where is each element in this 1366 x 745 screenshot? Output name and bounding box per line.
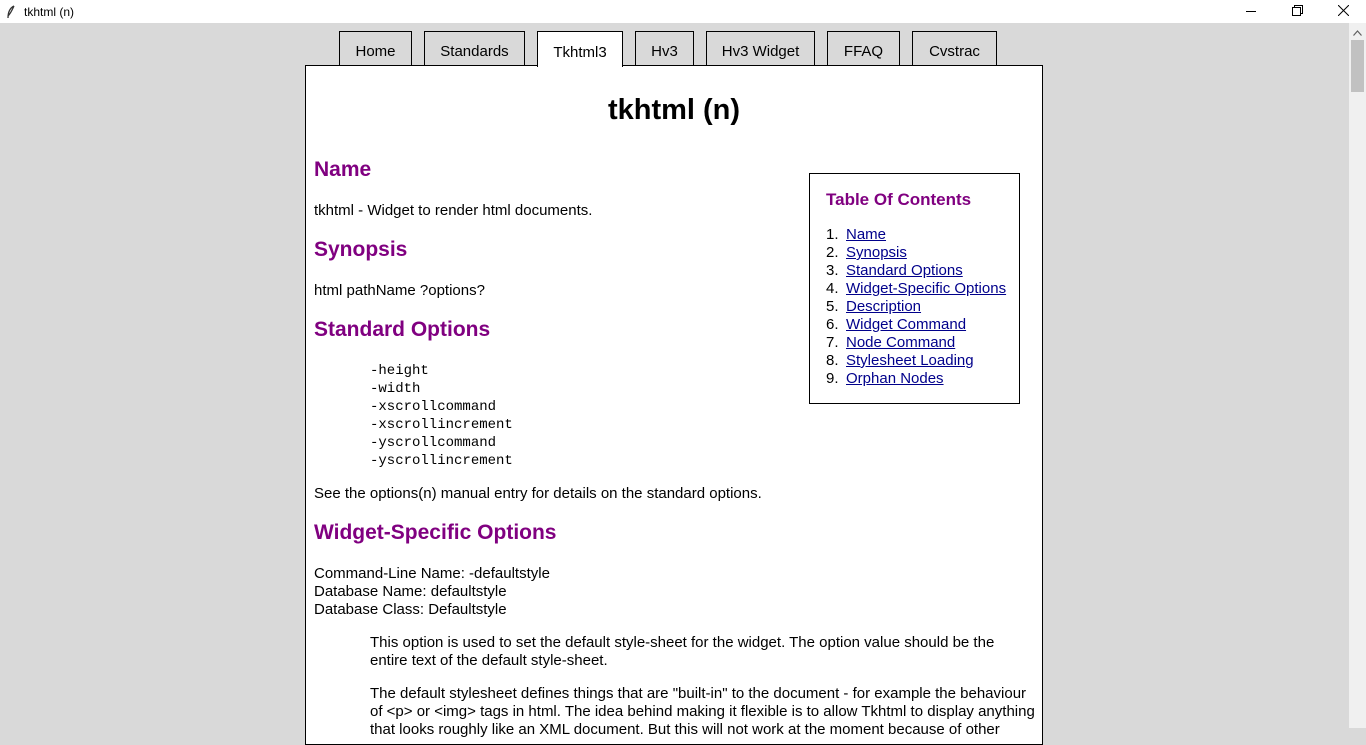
- toc-link-widget-command[interactable]: Widget Command: [846, 316, 966, 334]
- toc-link-description[interactable]: Description: [846, 298, 921, 316]
- standard-option-yscrollincrement: -yscrollincrement: [370, 453, 513, 469]
- toc-number: 8.: [826, 352, 839, 369]
- toc-title: Table Of Contents: [826, 190, 972, 209]
- restore-button[interactable]: [1274, 0, 1320, 23]
- toc-item: 2. Synopsis: [826, 244, 1006, 262]
- standard-option-height: -height: [370, 363, 429, 379]
- document-page: tkhtml (n) Name tkhtml - Widget to rende…: [305, 65, 1043, 745]
- close-icon: [1337, 3, 1349, 21]
- standard-options-note: See the options(n) manual entry for deta…: [314, 485, 762, 502]
- toc-number: 4.: [826, 280, 839, 297]
- restore-icon: [1291, 3, 1303, 21]
- default-stylesheet-paragraph: The default stylesheet defines things th…: [370, 685, 1035, 738]
- minimize-button[interactable]: [1228, 0, 1274, 23]
- heading-standard-options: Standard Options: [314, 318, 491, 341]
- toc-link-name[interactable]: Name: [846, 226, 886, 244]
- tab-bar: Home Standards Tkhtml3 Hv3 Hv3 Widget FF…: [0, 31, 1349, 67]
- minimize-icon: [1246, 3, 1256, 21]
- toc-number: 2.: [826, 244, 839, 261]
- toc-item: 7. Node Command: [826, 334, 1006, 352]
- toc-link-standard-options[interactable]: Standard Options: [846, 262, 963, 280]
- standard-option-yscrollcommand: -yscrollcommand: [370, 435, 497, 451]
- tab-home[interactable]: Home: [339, 31, 412, 65]
- command-line-name: Command-Line Name: -defaultstyle: [314, 565, 550, 582]
- vertical-scrollbar[interactable]: [1349, 23, 1366, 728]
- toc-link-orphan-nodes[interactable]: Orphan Nodes: [846, 370, 944, 388]
- toc-number: 7.: [826, 334, 839, 351]
- chevron-up-icon: [1353, 23, 1362, 41]
- toc-number: 1.: [826, 226, 839, 243]
- tab-cvstrac[interactable]: Cvstrac: [912, 31, 997, 65]
- scroll-thumb[interactable]: [1351, 40, 1364, 92]
- toc-item: 4. Widget-Specific Options: [826, 280, 1006, 298]
- tab-ffaq[interactable]: FFAQ: [827, 31, 900, 65]
- toc-number: 5.: [826, 298, 839, 315]
- scroll-up-button[interactable]: [1349, 23, 1366, 40]
- database-name: Database Name: defaultstyle: [314, 583, 507, 600]
- toc-link-node-command[interactable]: Node Command: [846, 334, 955, 352]
- toc-item: 6. Widget Command: [826, 316, 1006, 334]
- toc-item: 3. Standard Options: [826, 262, 1006, 280]
- tab-standards[interactable]: Standards: [424, 31, 525, 65]
- toc-link-stylesheet-loading[interactable]: Stylesheet Loading: [846, 352, 974, 370]
- heading-synopsis: Synopsis: [314, 238, 408, 261]
- toc-item: 9. Orphan Nodes: [826, 370, 1006, 388]
- page-title: tkhtml (n): [607, 94, 741, 126]
- tab-hv3[interactable]: Hv3: [635, 31, 694, 65]
- close-button[interactable]: [1320, 0, 1366, 23]
- tab-hv3-widget[interactable]: Hv3 Widget: [706, 31, 815, 65]
- window-title: tkhtml (n): [24, 4, 75, 19]
- tab-tkhtml3[interactable]: Tkhtml3: [537, 31, 623, 67]
- toc-number: 6.: [826, 316, 839, 333]
- feather-icon: [6, 4, 18, 19]
- name-text: tkhtml - Widget to render html documents…: [314, 202, 593, 219]
- database-class: Database Class: Defaultstyle: [314, 601, 507, 618]
- standard-option-xscrollcommand: -xscrollcommand: [370, 399, 497, 415]
- toc-item: 5. Description: [826, 298, 1006, 316]
- toc-number: 9.: [826, 370, 839, 387]
- heading-name: Name: [314, 158, 372, 181]
- toc-number: 3.: [826, 262, 839, 279]
- standard-option-xscrollincrement: -xscrollincrement: [370, 417, 513, 433]
- option-description-paragraph: This option is used to set the default s…: [370, 634, 995, 669]
- toc-link-synopsis[interactable]: Synopsis: [846, 244, 907, 262]
- table-of-contents: Table Of Contents 1. Name 2. Synopsis 3. St…: [809, 173, 1020, 404]
- standard-option-width: -width: [370, 381, 421, 397]
- toc-item: 8. Stylesheet Loading: [826, 352, 1006, 370]
- title-bar: tkhtml (n): [0, 0, 1366, 23]
- toc-list: 1. Name 2. Synopsis 3. Standard Options 4. W…: [826, 226, 1006, 388]
- heading-widget-specific-options: Widget-Specific Options: [314, 521, 557, 544]
- toc-item: 1. Name: [826, 226, 1006, 244]
- toc-link-widget-specific-options[interactable]: Widget-Specific Options: [846, 280, 1006, 298]
- synopsis-text: html pathName ?options?: [314, 282, 485, 299]
